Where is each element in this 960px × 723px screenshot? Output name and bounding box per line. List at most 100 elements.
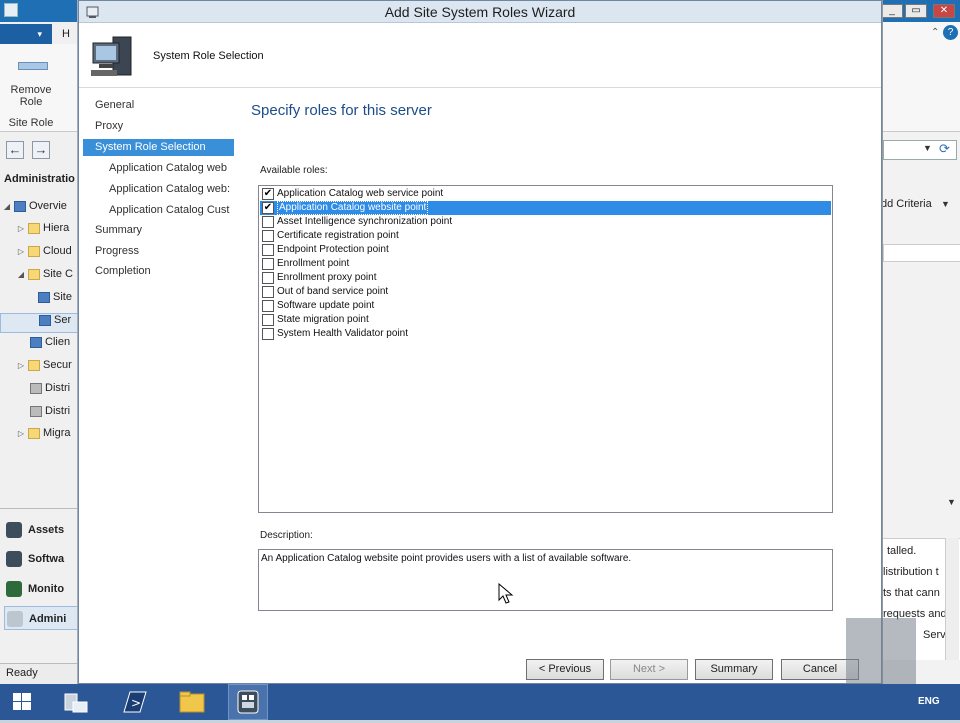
taskbar-server-manager[interactable] <box>55 684 95 720</box>
restore-icon[interactable]: ▭ <box>905 4 927 18</box>
description-label: Description: <box>260 530 313 541</box>
workspace-assets[interactable]: Assets <box>6 518 77 542</box>
tree-item-security[interactable]: ▷ Secur <box>0 359 77 379</box>
nav-item-progress[interactable]: Progress <box>83 243 234 260</box>
folder-icon <box>28 245 40 257</box>
tree-label: Ser <box>54 314 72 326</box>
role-label: Enrollment point <box>277 258 350 269</box>
tree-item-cloud[interactable]: ▷ Cloud <box>0 245 77 265</box>
tree-label: Cloud <box>43 245 72 257</box>
role-item-endpoint-protection[interactable]: Endpoint Protection point <box>260 243 831 257</box>
file-menu-button[interactable]: ▾ <box>0 24 52 44</box>
back-arrow-icon[interactable]: ← <box>6 141 24 159</box>
available-roles-list[interactable]: ✔ Application Catalog web service point … <box>258 185 833 513</box>
remove-role-button[interactable]: Remove Role <box>0 84 62 108</box>
role-checkbox[interactable] <box>262 300 274 312</box>
workspace-monitoring[interactable]: Monito <box>6 577 77 601</box>
assets-icon <box>6 522 22 539</box>
folder-icon <box>179 691 205 713</box>
next-button[interactable]: Next > <box>610 659 688 680</box>
tree-label: Secur <box>43 359 72 371</box>
forward-arrow-icon[interactable]: → <box>32 141 50 159</box>
nav-item-summary[interactable]: Summary <box>83 222 234 239</box>
close-icon[interactable]: ✕ <box>933 4 955 18</box>
software-icon <box>6 551 22 568</box>
taskbar-config-manager[interactable] <box>228 684 268 720</box>
role-item-out-of-band[interactable]: Out of band service point <box>260 285 831 299</box>
role-checkbox[interactable]: ✔ <box>262 202 274 214</box>
role-item-enrollment[interactable]: Enrollment point <box>260 257 831 271</box>
nav-item-system-role-selection[interactable]: System Role Selection <box>83 139 234 156</box>
config-manager-icon <box>237 690 259 714</box>
summary-button[interactable]: Summary <box>695 659 773 680</box>
scrollbar[interactable] <box>945 538 959 660</box>
nav-item-completion[interactable]: Completion <box>83 263 234 280</box>
nav-item-app-catalog-website[interactable]: Application Catalog web: <box>83 181 234 198</box>
nav-item-app-catalog-web-service[interactable]: Application Catalog web <box>83 160 234 177</box>
chevron-down-icon[interactable]: ▼ <box>947 497 956 507</box>
start-button[interactable] <box>2 684 42 720</box>
role-checkbox[interactable] <box>262 314 274 326</box>
folder-icon <box>28 427 40 439</box>
tree-item-overview[interactable]: ◢ Overvie <box>0 200 77 220</box>
collapse-ribbon-icon[interactable]: ⌃ <box>931 27 939 38</box>
description-box: An Application Catalog website point pro… <box>258 549 833 611</box>
wizard-step-title: System Role Selection <box>153 50 264 62</box>
minimize-icon[interactable]: _ <box>883 4 903 18</box>
role-checkbox[interactable]: ✔ <box>262 188 274 200</box>
home-tab[interactable]: H <box>62 28 70 40</box>
workspace-label: Monito <box>28 583 65 595</box>
role-checkbox[interactable] <box>262 244 274 256</box>
role-item-system-health-validator[interactable]: System Health Validator point <box>260 327 831 341</box>
mouse-cursor-icon <box>498 583 514 604</box>
servers-icon <box>39 314 51 326</box>
nav-item-proxy[interactable]: Proxy <box>83 118 234 135</box>
tree-item-hierarchy[interactable]: ▷ Hiera <box>0 222 77 242</box>
role-label: System Health Validator point <box>277 328 408 339</box>
add-criteria-link[interactable]: dd Criteria <box>883 198 932 210</box>
workspace-software[interactable]: Softwa <box>6 547 77 571</box>
tree-item-site-config[interactable]: ◢ Site C <box>0 268 77 288</box>
wizard-header: System Role Selection <box>79 23 881 88</box>
role-item-enrollment-proxy[interactable]: Enrollment proxy point <box>260 271 831 285</box>
tree-item-client-settings[interactable]: Clien <box>0 336 77 356</box>
role-checkbox[interactable] <box>262 272 274 284</box>
console-left-panel: ▾ H Remove Role Site Role ← → Administra… <box>0 0 78 684</box>
nav-item-general[interactable]: General <box>83 97 234 114</box>
role-item-state-migration[interactable]: State migration point <box>260 313 831 327</box>
role-checkbox[interactable] <box>262 230 274 242</box>
role-label: Out of band service point <box>277 286 389 297</box>
tree-item-distribution-groups[interactable]: Distri <box>0 405 77 425</box>
address-dropdown-icon[interactable]: ▼ <box>923 143 932 153</box>
role-item-asset-intelligence[interactable]: Asset Intelligence synchronization point <box>260 215 831 229</box>
nav-item-app-catalog-customizations[interactable]: Application Catalog Cust <box>83 202 234 219</box>
tree-item-migration[interactable]: ▷ Migra <box>0 427 77 447</box>
previous-button[interactable]: < Previous <box>526 659 604 680</box>
role-label: Application Catalog web service point <box>277 188 444 199</box>
tree-label: Migra <box>43 427 71 439</box>
server-manager-icon <box>64 693 88 713</box>
role-item-app-catalog-web-service[interactable]: ✔ Application Catalog web service point <box>260 187 831 201</box>
taskbar-powershell[interactable]: > <box>114 684 154 720</box>
tree-label: Overvie <box>29 200 67 212</box>
role-item-certificate-registration[interactable]: Certificate registration point <box>260 229 831 243</box>
language-indicator[interactable]: ENG <box>918 696 940 707</box>
details-text: Serv <box>923 629 946 641</box>
workspace-administration[interactable]: Admini <box>4 606 77 630</box>
refresh-icon[interactable]: ⟳ <box>939 141 950 157</box>
role-checkbox[interactable] <box>262 286 274 298</box>
taskbar-file-explorer[interactable] <box>172 684 212 720</box>
role-checkbox[interactable] <box>262 216 274 228</box>
tree-item-servers[interactable]: Ser <box>0 313 77 333</box>
search-results-row <box>883 244 960 262</box>
role-checkbox[interactable] <box>262 328 274 340</box>
folder-icon <box>28 359 40 371</box>
help-icon[interactable]: ? <box>943 25 958 40</box>
tree-item-sites[interactable]: Site <box>0 291 77 311</box>
tree-item-distribution-points[interactable]: Distri <box>0 382 77 402</box>
details-text: ts that cann <box>883 587 940 599</box>
role-checkbox[interactable] <box>262 258 274 270</box>
role-item-software-update[interactable]: Software update point <box>260 299 831 313</box>
role-item-app-catalog-website[interactable]: ✔ Application Catalog website point <box>260 201 831 215</box>
tree-label: Distri <box>45 405 71 417</box>
